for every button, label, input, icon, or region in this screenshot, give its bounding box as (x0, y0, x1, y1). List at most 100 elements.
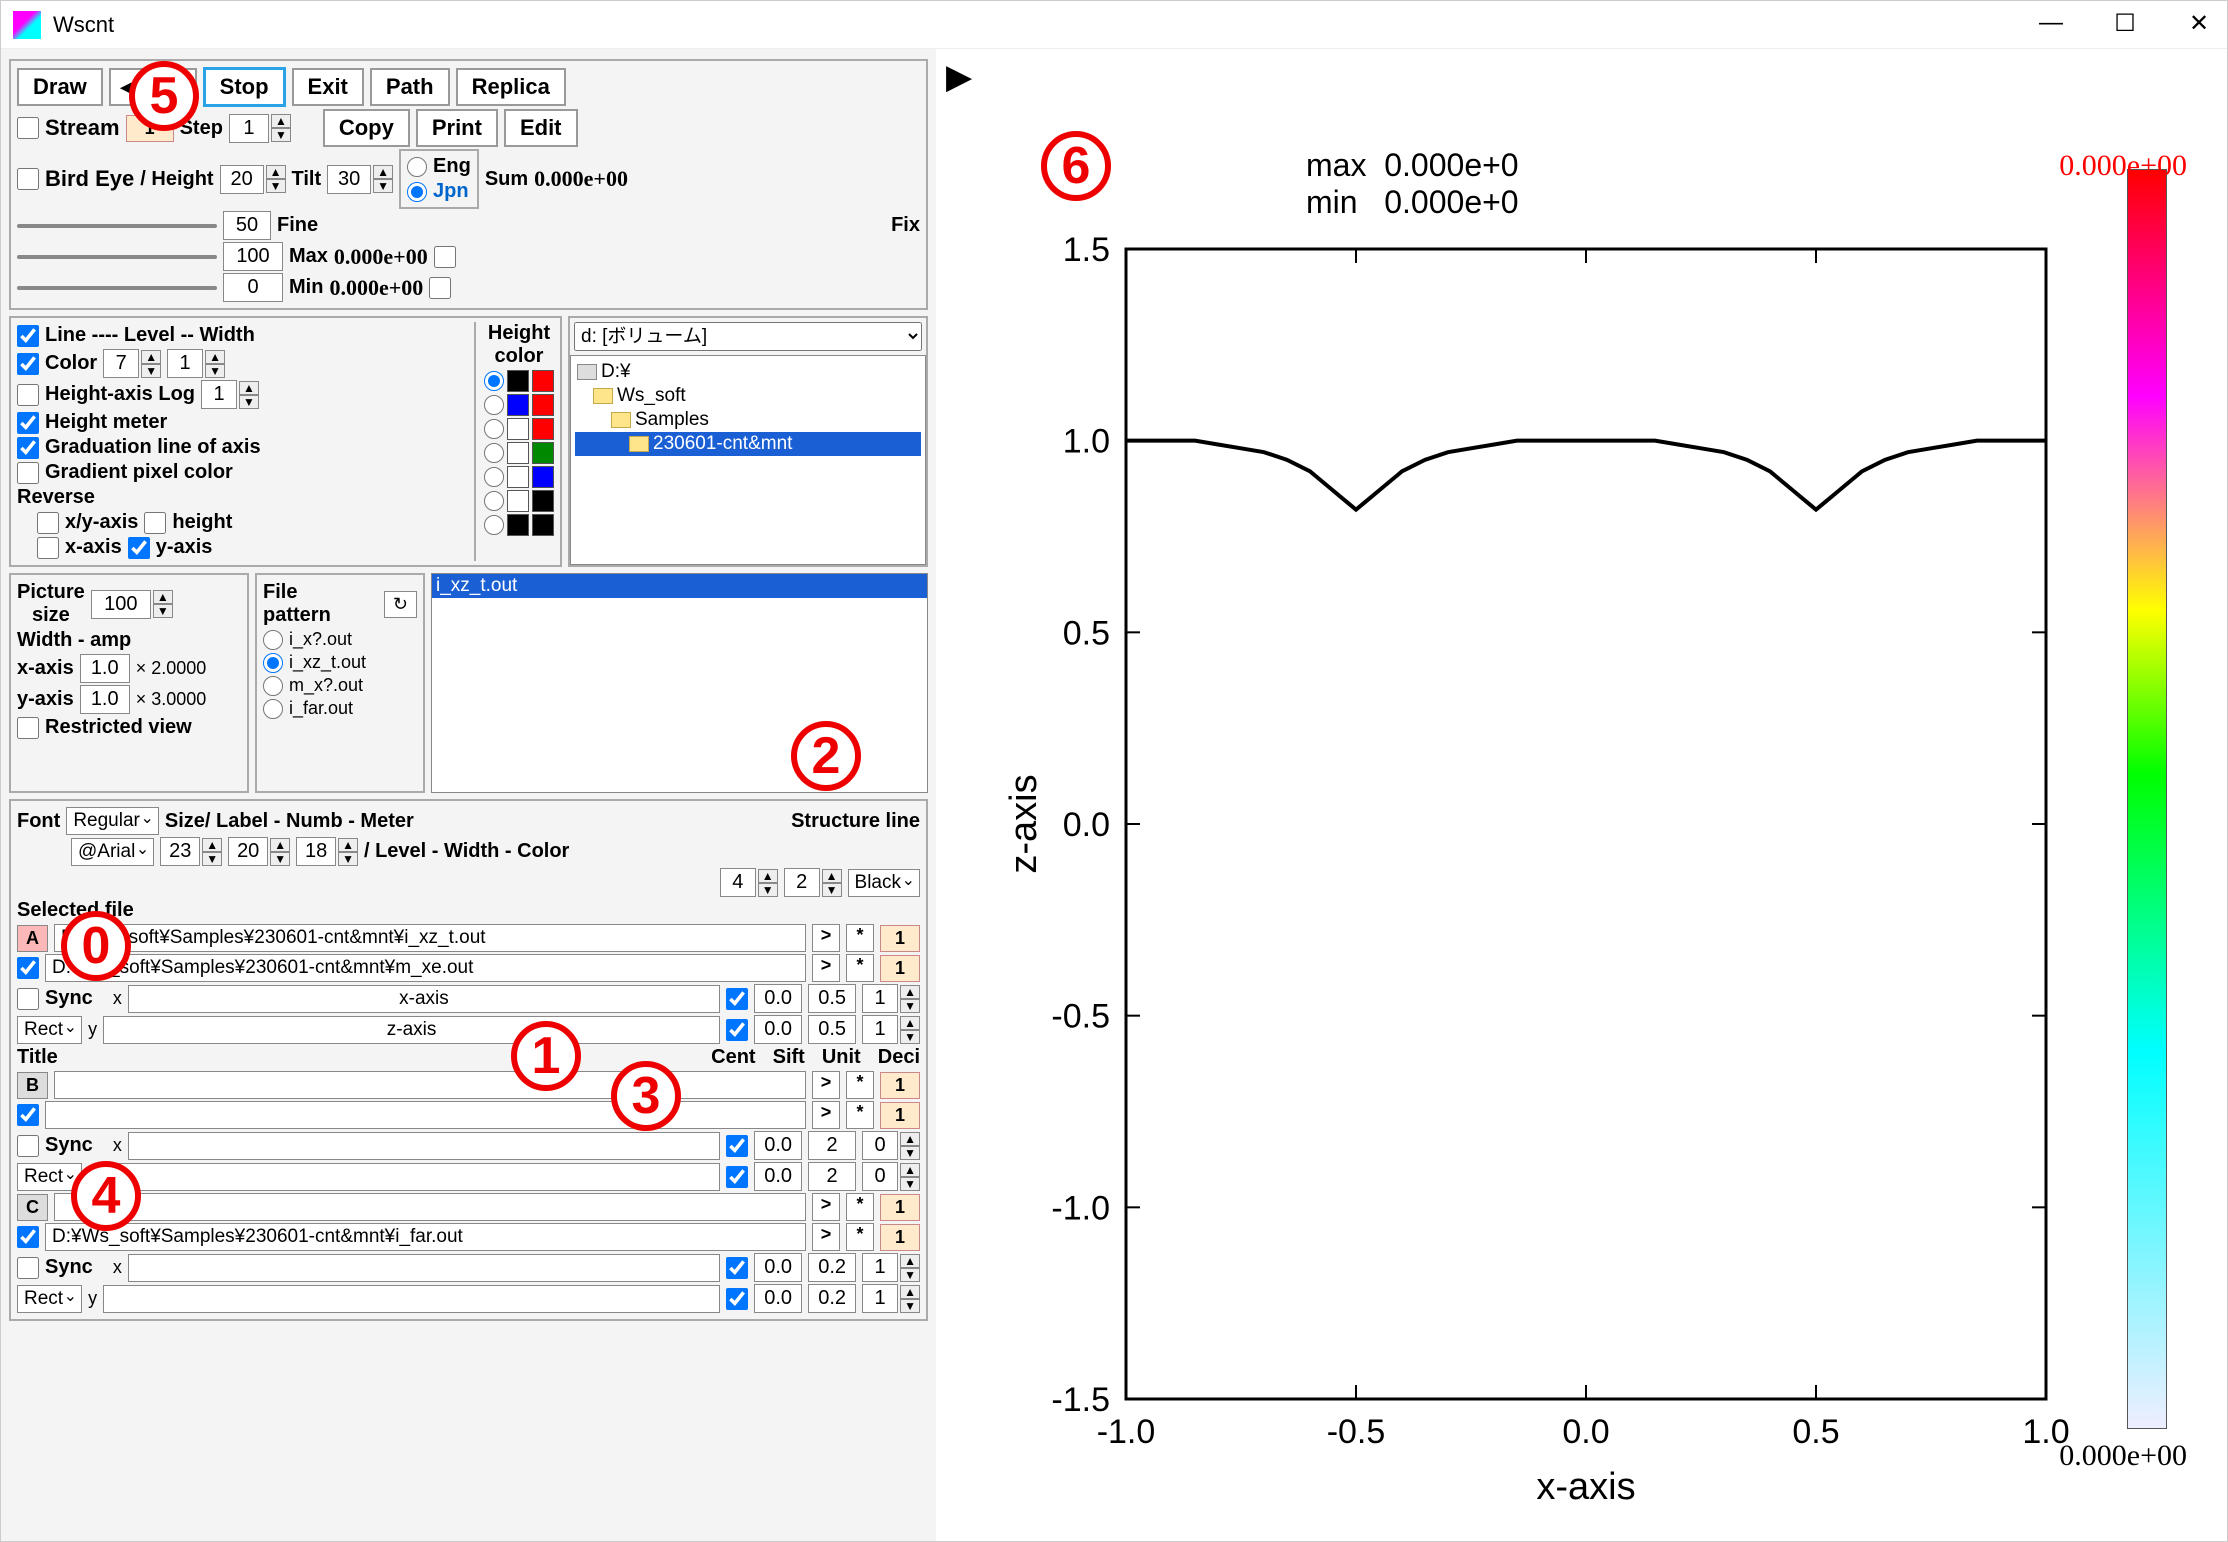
fine-value[interactable] (223, 211, 271, 240)
swatch-white4[interactable] (507, 490, 529, 512)
swatch-red[interactable] (532, 370, 554, 392)
size-numb-input[interactable] (228, 837, 268, 866)
yaxis-amp-input[interactable] (80, 685, 130, 714)
max-input[interactable] (223, 242, 283, 271)
rev-xaxis-checkbox[interactable] (37, 537, 59, 559)
sync-A-checkbox[interactable] (17, 988, 39, 1010)
file-A2-input[interactable] (45, 954, 806, 982)
A-y-label-input[interactable] (103, 1016, 720, 1044)
file-A1-input[interactable] (54, 924, 806, 952)
graduation-checkbox[interactable] (17, 437, 39, 459)
rect-A-select[interactable]: Rect (17, 1016, 82, 1044)
path-button[interactable]: Path (370, 68, 450, 106)
picturesize-input[interactable] (91, 590, 151, 619)
refresh-button[interactable]: ↻ (384, 591, 417, 618)
draw-button[interactable]: Draw (17, 68, 103, 106)
rev-height-checkbox[interactable] (144, 512, 166, 534)
file-B1-browse[interactable]: > (812, 1071, 840, 1099)
height-input[interactable] (220, 165, 264, 194)
heightmeter-checkbox[interactable] (17, 412, 39, 434)
hc-radio-4[interactable] (484, 443, 504, 463)
size-meter-input[interactable] (296, 837, 336, 866)
A-x-cent[interactable] (754, 984, 802, 1013)
restrictedview-checkbox[interactable] (17, 717, 39, 739)
A-x-label-input[interactable] (128, 985, 720, 1013)
rev-yaxis-checkbox[interactable] (128, 537, 150, 559)
file-C2-input[interactable] (45, 1223, 806, 1251)
fix-min-checkbox[interactable] (429, 277, 451, 299)
size-label-input[interactable] (160, 837, 200, 866)
heightlog-checkbox[interactable] (17, 384, 39, 406)
step-down[interactable]: ▼ (271, 128, 291, 142)
play-button[interactable]: ▶ (946, 57, 972, 97)
file-A2-star[interactable]: * (846, 954, 874, 982)
file-A2-checkbox[interactable] (17, 957, 39, 979)
swatch-blue2[interactable] (532, 466, 554, 488)
fontstyle-select[interactable]: Regular (66, 807, 159, 835)
sync-C-checkbox[interactable] (17, 1257, 39, 1279)
file-A1-browse[interactable]: > (812, 924, 840, 952)
max-slider[interactable] (17, 255, 217, 259)
struct-level-input[interactable] (720, 868, 756, 897)
min-input[interactable] (223, 273, 283, 302)
hc-radio-7[interactable] (484, 515, 504, 535)
file-C1-input[interactable] (54, 1193, 806, 1221)
file-B1-input[interactable] (54, 1071, 806, 1099)
replica-button[interactable]: Replica (456, 68, 566, 106)
drive-select[interactable]: d: [ボリューム] (574, 322, 922, 351)
folder-tree[interactable]: D:¥ Ws_soft Samples 230601-cnt&mnt (570, 355, 926, 565)
tilt-input[interactable] (327, 165, 371, 194)
rect-C-select[interactable]: Rect (17, 1285, 82, 1313)
heightlog-input[interactable] (201, 380, 237, 409)
B-y-label-input[interactable] (103, 1163, 720, 1191)
fp-radio-3[interactable] (263, 676, 283, 696)
step-up[interactable]: ▲ (271, 114, 291, 128)
lang-eng-radio[interactable] (407, 157, 427, 177)
close-button[interactable]: ✕ (2179, 9, 2219, 38)
stop-button[interactable]: Stop (203, 67, 286, 107)
hc-radio-5[interactable] (484, 467, 504, 487)
A-y-unit[interactable] (808, 1015, 856, 1044)
birdeye-checkbox[interactable] (17, 168, 39, 190)
fp-radio-4[interactable] (263, 699, 283, 719)
swatch-black[interactable] (507, 370, 529, 392)
A-x-deci[interactable] (862, 984, 898, 1013)
file-item-selected[interactable]: i_xz_t.out (432, 574, 927, 598)
gradientpixel-checkbox[interactable] (17, 462, 39, 484)
hc-radio-6[interactable] (484, 491, 504, 511)
A-x-check[interactable] (726, 988, 748, 1010)
stream-checkbox[interactable] (17, 117, 39, 139)
color-checkbox[interactable] (17, 353, 39, 375)
file-B2-input[interactable] (45, 1101, 806, 1129)
A-y-deci[interactable] (862, 1015, 898, 1044)
file-A1-star[interactable]: * (846, 924, 874, 952)
swatch-white3[interactable] (507, 466, 529, 488)
print-button[interactable]: Print (416, 109, 498, 147)
swatch-black2[interactable] (532, 490, 554, 512)
minimize-button[interactable]: — (2031, 9, 2071, 38)
hc-radio-3[interactable] (484, 419, 504, 439)
hc-radio-2[interactable] (484, 395, 504, 415)
step-input[interactable] (229, 114, 269, 143)
edit-button[interactable]: Edit (504, 109, 578, 147)
A-y-cent[interactable] (754, 1015, 802, 1044)
xaxis-amp-input[interactable] (80, 654, 130, 683)
C-y-label-input[interactable] (103, 1285, 720, 1313)
file-B1-star[interactable]: * (846, 1071, 874, 1099)
fp-radio-2[interactable] (263, 653, 283, 673)
sync-B-checkbox[interactable] (17, 1135, 39, 1157)
A-y-check[interactable] (726, 1019, 748, 1041)
swatch-blue[interactable] (507, 394, 529, 416)
C-x-label-input[interactable] (128, 1254, 720, 1282)
file-C2-checkbox[interactable] (17, 1226, 39, 1248)
fp-radio-1[interactable] (263, 630, 283, 650)
color-level-input[interactable] (103, 349, 139, 378)
struct-width-input[interactable] (784, 868, 820, 897)
swatch-black3[interactable] (507, 514, 529, 536)
fine-slider[interactable] (17, 224, 217, 228)
A-x-unit[interactable] (808, 984, 856, 1013)
swatch-black4[interactable] (532, 514, 554, 536)
B-x-label-input[interactable] (128, 1132, 720, 1160)
exit-button[interactable]: Exit (292, 68, 364, 106)
swatch-green[interactable] (532, 442, 554, 464)
